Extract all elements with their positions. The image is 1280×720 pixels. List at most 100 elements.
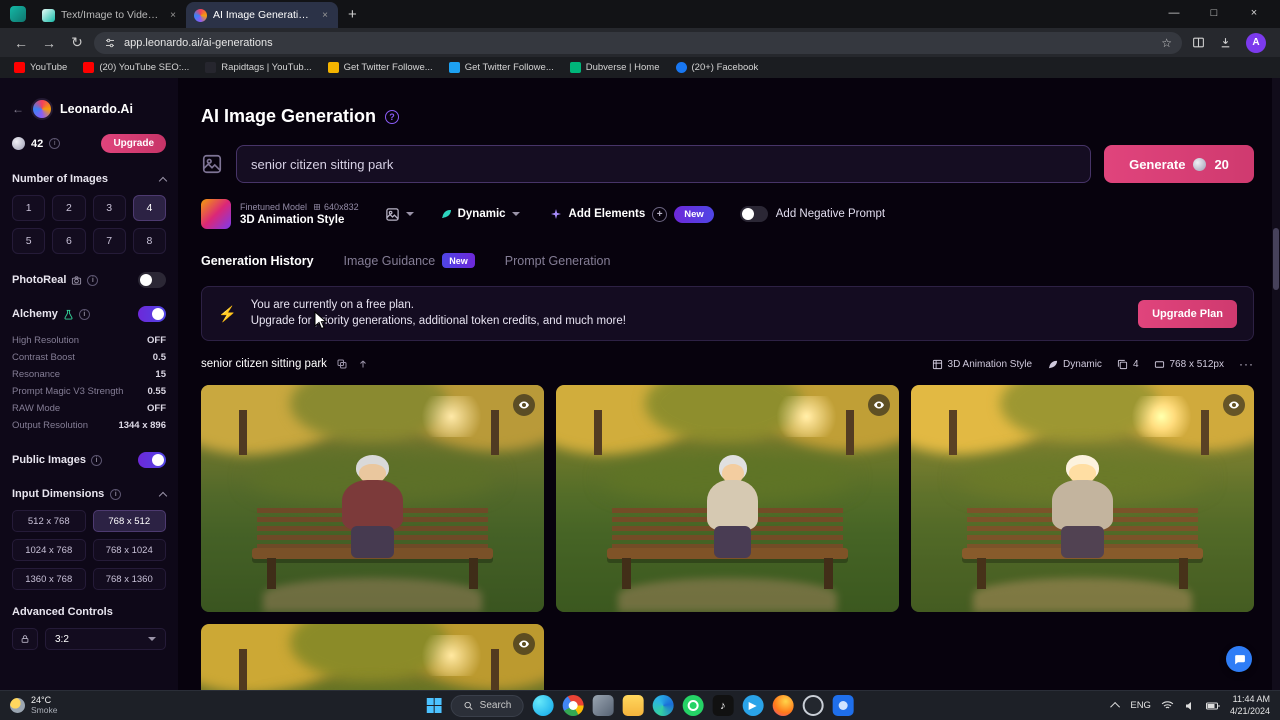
more-options-icon[interactable]: ··· [1239,357,1254,371]
downloads-icon[interactable] [1215,36,1236,49]
upgrade-button[interactable]: Upgrade [101,134,166,153]
bookmark-item[interactable]: Get Twitter Followe... [448,62,554,73]
browser-logo-icon[interactable] [10,6,26,22]
reuse-prompt-icon[interactable] [357,358,369,370]
chat-support-button[interactable] [1226,646,1252,672]
advanced-controls-label[interactable]: Advanced Controls [0,606,178,618]
bookmark-item[interactable]: (20) YouTube SEO:... [83,62,189,73]
add-elements-button[interactable]: Add Elements + New [550,205,714,223]
tab-close-icon[interactable]: × [168,10,178,21]
photoreal-info-icon[interactable]: i [87,274,99,286]
app-icon-camera[interactable] [832,695,854,716]
alchemy-toggle[interactable] [138,306,166,322]
bookmark-item[interactable]: YouTube [14,62,67,73]
generate-button[interactable]: Generate 20 [1104,145,1254,183]
style-dropdown[interactable]: Dynamic [440,208,520,220]
photoreal-toggle[interactable] [138,272,166,288]
negative-prompt-toggle[interactable] [739,206,768,222]
bookmark-item[interactable]: Get Twitter Followe... [327,62,433,73]
app-icon-chrome[interactable] [562,695,584,716]
num-images-5[interactable]: 5 [12,228,46,254]
plus-icon[interactable]: + [652,206,668,222]
num-images-7[interactable]: 7 [92,228,126,254]
tab-generation-history[interactable]: Generation History [201,254,314,268]
split-screen-icon[interactable] [1188,36,1209,49]
prompt-input[interactable] [236,145,1091,183]
language-indicator[interactable]: ENG [1130,700,1151,711]
page-scrollbar[interactable] [1272,78,1280,690]
bookmark-item[interactable]: (20+) Facebook [675,62,758,73]
scrollbar-thumb[interactable] [1273,228,1279,290]
preview-eye-icon[interactable] [513,394,535,417]
dim-768x1360[interactable]: 768 x 1360 [92,568,166,590]
model-thumbnail[interactable] [201,199,231,229]
num-images-4[interactable]: 4 [132,195,166,221]
dim-768x512[interactable]: 768 x 512 [92,510,166,532]
generated-image-4[interactable] [201,624,544,690]
app-icon-folder[interactable] [622,695,644,716]
site-settings-icon[interactable] [104,37,116,49]
upgrade-plan-button[interactable]: Upgrade Plan [1138,299,1237,328]
address-bar[interactable]: app.leonardo.ai/ai-generations ☆ [94,31,1182,54]
num-images-8[interactable]: 8 [132,228,166,254]
profile-avatar[interactable]: A [1246,32,1266,53]
preview-eye-icon[interactable] [1223,394,1245,417]
app-icon-obs[interactable] [802,695,824,716]
tab-image-guidance[interactable]: Image Guidance New [344,253,475,268]
app-icon-edge[interactable] [652,695,674,716]
generated-image-3[interactable] [911,385,1254,613]
battery-icon[interactable] [1205,701,1220,711]
taskbar-search[interactable]: Search [450,694,524,717]
dim-768x1024[interactable]: 768 x 1024 [92,539,166,561]
dim-1024x768[interactable]: 1024 x 768 [12,539,86,561]
forward-button[interactable]: → [38,35,60,51]
app-icon-tiktok[interactable]: ♪ [712,695,734,716]
generated-image-1[interactable] [201,385,544,613]
bookmark-star-icon[interactable]: ☆ [1161,36,1172,50]
generated-image-2[interactable] [556,385,899,613]
copy-prompt-icon[interactable] [336,358,348,370]
minimize-button[interactable]: — [1154,0,1194,26]
wifi-icon[interactable] [1161,700,1174,711]
dimensions-info-icon[interactable]: i [110,488,122,500]
model-selector[interactable]: Finetuned Model 640x832 3D Animation Sty… [240,202,359,226]
aspect-ratio-dropdown[interactable]: 3:2 [45,628,166,650]
volume-icon[interactable] [1184,700,1196,712]
app-icon-whatsapp[interactable] [682,695,704,716]
tab-prompt-generation[interactable]: Prompt Generation [505,254,611,268]
num-images-3[interactable]: 3 [92,195,126,221]
tab-close-icon[interactable]: × [320,10,330,21]
bookmark-item[interactable]: Dubverse | Home [569,62,660,73]
start-button[interactable] [426,698,442,713]
help-icon[interactable]: ? [385,109,400,124]
app-icon-firefox[interactable] [772,695,794,716]
num-images-6[interactable]: 6 [52,228,86,254]
tray-expand-icon[interactable] [1110,701,1121,712]
refresh-button[interactable]: ↻ [66,34,88,51]
collapse-sidebar-icon[interactable]: ← [12,102,24,116]
preset-image-dropdown[interactable] [385,207,414,222]
new-tab-button[interactable]: + [348,6,357,23]
num-images-2[interactable]: 2 [52,195,86,221]
clock[interactable]: 11:44 AM 4/21/2024 [1230,694,1270,717]
close-window-button[interactable]: × [1234,0,1274,26]
num-images-1[interactable]: 1 [12,195,46,221]
dim-1360x768[interactable]: 1360 x 768 [12,568,86,590]
public-images-info-icon[interactable]: i [90,454,102,466]
app-icon-files[interactable] [592,695,614,716]
tab-leonardo[interactable]: AI Image Generation - Leona... × [186,2,338,28]
chevron-up-icon[interactable] [158,176,168,185]
app-icon-telegram[interactable] [742,695,764,716]
public-images-toggle[interactable] [138,452,166,468]
aspect-lock-button[interactable] [12,628,38,650]
tab-runway[interactable]: Text/Image to Video - Runway × [34,2,186,28]
token-info-icon[interactable]: i [49,138,61,149]
maximize-button[interactable]: □ [1194,0,1234,26]
weather-widget[interactable]: 24°C Smoke [10,695,57,715]
preview-eye-icon[interactable] [513,633,535,656]
alchemy-info-icon[interactable]: i [78,308,90,320]
preview-eye-icon[interactable] [868,394,890,417]
chevron-up-icon[interactable] [158,491,168,500]
dim-512x768[interactable]: 512 x 768 [12,510,86,532]
bookmark-item[interactable]: Rapidtags | YouTub... [205,62,312,73]
